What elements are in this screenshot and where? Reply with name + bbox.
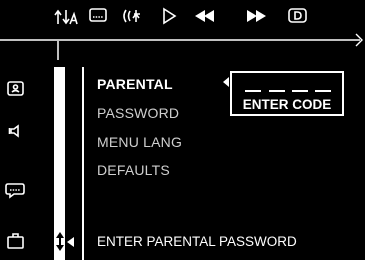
code-slot-4 [315, 90, 331, 92]
menu-item-parental[interactable]: PARENTAL [97, 76, 173, 92]
menu-pointer-arrow-icon [223, 77, 230, 87]
scroll-up-down-arrow-icon[interactable] [55, 232, 65, 252]
dolby-digital-icon[interactable] [288, 8, 308, 24]
sidebar-selection-arrow-icon [67, 237, 75, 247]
audio-language-icon[interactable] [54, 8, 78, 26]
code-entry-box[interactable]: ENTER CODE [230, 71, 344, 116]
menu-item-menu-lang[interactable]: MENU LANG [97, 134, 182, 150]
parental-lock-icon[interactable] [7, 81, 25, 97]
code-entry-label: ENTER CODE [242, 97, 332, 112]
code-slot-3 [292, 90, 308, 92]
briefcase-icon[interactable] [7, 233, 25, 249]
speaker-icon[interactable] [8, 123, 25, 139]
menu-divider [82, 67, 84, 260]
menu-item-password[interactable]: PASSWORD [97, 105, 179, 121]
menu-item-defaults[interactable]: DEFAULTS [97, 162, 170, 178]
subtitle-icon[interactable] [89, 8, 109, 24]
code-slot-2 [269, 90, 285, 92]
fast-forward-icon[interactable] [247, 10, 267, 22]
status-message: ENTER PARENTAL PASSWORD [97, 234, 297, 249]
play-icon[interactable] [162, 7, 178, 25]
subtitle-bubble-icon[interactable] [5, 182, 26, 200]
rewind-icon[interactable] [195, 10, 215, 22]
angle-icon[interactable] [122, 8, 144, 24]
code-slot-1 [245, 90, 261, 92]
